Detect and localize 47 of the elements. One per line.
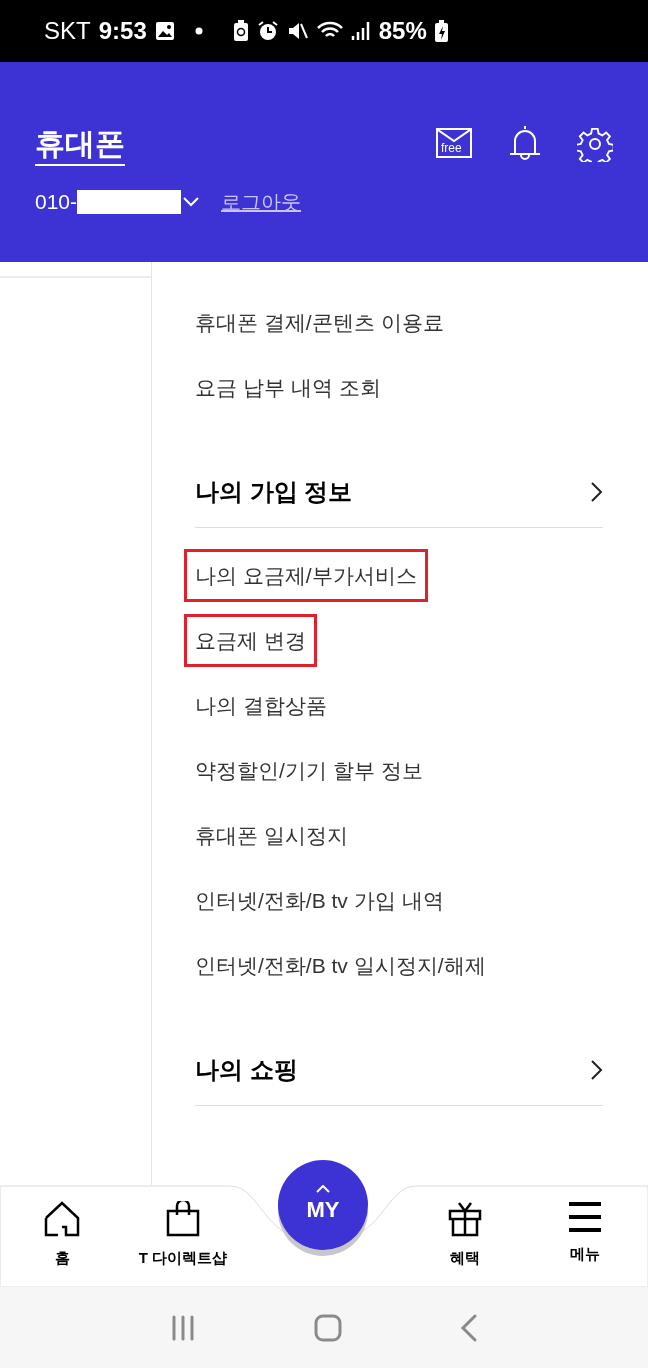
nav-tab[interactable]: 홈 — [22, 1201, 102, 1270]
menu-item[interactable]: 인터넷/전화/B tv 가입 내역 — [195, 884, 444, 917]
menu-icon — [569, 1201, 601, 1233]
home-icon — [44, 1201, 80, 1237]
section-title: 나의 가입 정보 — [195, 476, 353, 507]
section-title: 나의 쇼핑 — [195, 1054, 298, 1085]
shopping-bag-icon — [166, 1201, 200, 1237]
signal-icon — [350, 20, 371, 42]
logout-link[interactable]: 로그아웃 — [221, 186, 302, 217]
menu-item[interactable]: 요금 납부 내역 조회 — [195, 371, 381, 404]
nav-tab[interactable]: 메뉴 — [545, 1201, 625, 1266]
menu-item[interactable]: 휴대폰 결제/콘텐츠 이용료 — [195, 306, 444, 339]
menu-item[interactable]: 인터넷/전화/B tv 일시정지/해제 — [195, 949, 486, 982]
clock-text: 9:53 — [98, 16, 147, 46]
menu-item[interactable]: 나의 결합상품 — [195, 689, 327, 722]
nav-label: 메뉴 — [570, 1244, 600, 1264]
nav-label: T 다이렉트샵 — [138, 1248, 228, 1268]
mail-button[interactable]: free — [436, 128, 472, 158]
nav-tab[interactable]: T 다이렉트샵 — [128, 1201, 238, 1270]
nav-tab[interactable]: 혜택 — [425, 1201, 505, 1270]
image-icon — [154, 21, 175, 41]
settings-icon[interactable] — [577, 126, 613, 162]
chevron-right-icon[interactable] — [591, 481, 603, 502]
menu-item[interactable]: 휴대폰 일시정지 — [195, 819, 348, 852]
phone-number: 010- — [35, 189, 78, 215]
dot-icon — [194, 27, 203, 35]
carrier-text: SKT — [44, 16, 91, 46]
battery-charging-icon — [434, 20, 448, 42]
page-title[interactable]: 휴대폰 — [35, 124, 125, 166]
chevron-right-icon[interactable] — [591, 1059, 603, 1080]
nav-label: 혜택 — [450, 1248, 480, 1268]
menu-item[interactable]: 나의 요금제/부가서비스 — [184, 548, 428, 603]
chevron-down-icon[interactable] — [183, 196, 200, 207]
section-header[interactable]: 나의 쇼핑 — [195, 1034, 603, 1106]
home-nav-icon[interactable] — [314, 1313, 342, 1342]
gift-icon — [448, 1201, 482, 1237]
battery-text: 85% — [378, 16, 427, 46]
caret-up-icon — [316, 1184, 330, 1193]
alarm-icon — [256, 20, 279, 42]
battery-saver-icon — [232, 20, 249, 42]
menu-item[interactable]: 요금제 변경 — [184, 613, 317, 668]
section-header[interactable]: 나의 가입 정보 — [195, 456, 603, 528]
bell-icon[interactable] — [508, 125, 542, 161]
menu-item[interactable]: 약정할인/기기 할부 정보 — [195, 754, 423, 787]
nav-label: 홈 — [54, 1248, 70, 1268]
free-label: free — [441, 142, 462, 154]
mute-icon — [286, 20, 309, 42]
